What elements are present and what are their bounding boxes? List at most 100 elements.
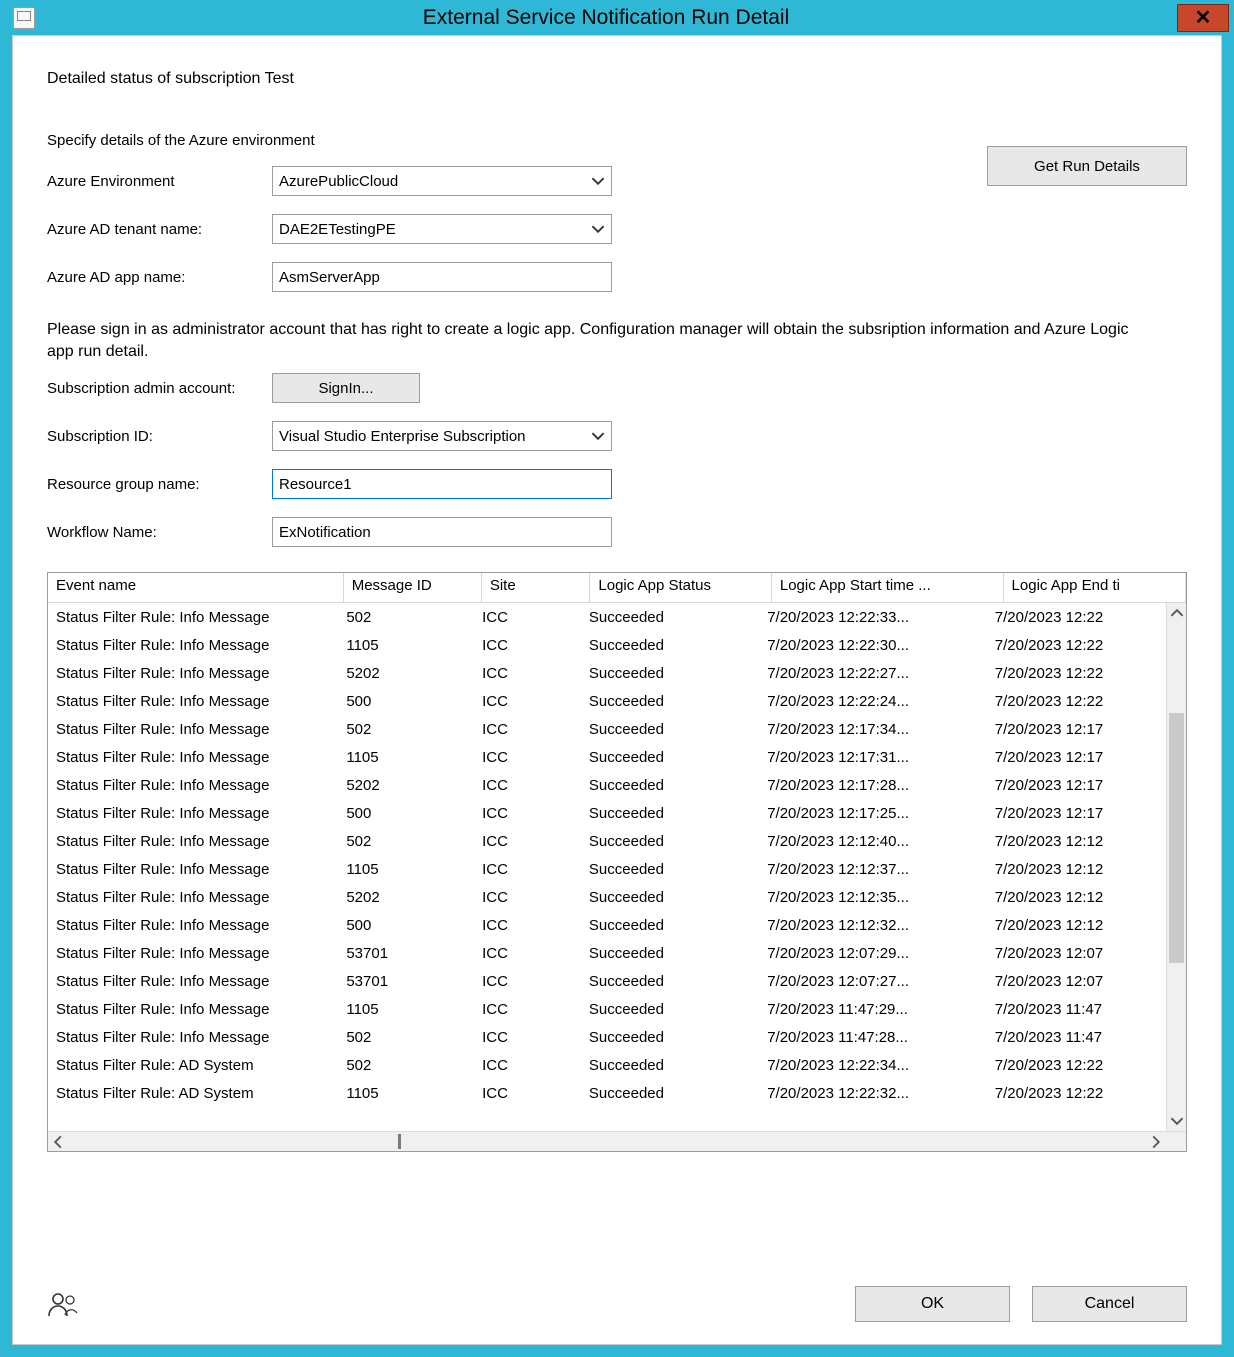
scroll-left-arrow-icon[interactable]	[48, 1132, 68, 1151]
column-header[interactable]: Site	[482, 573, 591, 602]
table-row[interactable]: Status Filter Rule: Info Message1105ICCS…	[48, 743, 1166, 771]
table-cell: 7/20/2023 12:22	[987, 663, 1166, 684]
get-run-details-button[interactable]: Get Run Details	[987, 146, 1187, 186]
table-cell: Succeeded	[581, 719, 759, 740]
table-row[interactable]: Status Filter Rule: Info Message1105ICCS…	[48, 995, 1166, 1023]
table-cell: ICC	[474, 943, 581, 964]
table-cell: 7/20/2023 12:22	[987, 1055, 1166, 1076]
table-cell: Succeeded	[581, 887, 759, 908]
table-cell: 7/20/2023 12:22:34...	[759, 1055, 987, 1076]
table-cell: 7/20/2023 12:22:27...	[759, 663, 987, 684]
table-cell: 53701	[338, 971, 474, 992]
workflow-name-input[interactable]: ExNotification	[272, 517, 612, 547]
table-cell: 502	[338, 1055, 474, 1076]
ok-button[interactable]: OK	[855, 1286, 1010, 1322]
table-cell: 7/20/2023 12:22	[987, 691, 1166, 712]
subscription-id-select[interactable]: Visual Studio Enterprise Subscription	[272, 421, 612, 451]
scroll-up-arrow-icon[interactable]	[1167, 603, 1186, 623]
table-row[interactable]: Status Filter Rule: Info Message1105ICCS…	[48, 631, 1166, 659]
label-workflow-name: Workflow Name:	[47, 524, 272, 541]
column-header[interactable]: Logic App Start time ...	[772, 573, 1004, 602]
azure-environment-value: AzurePublicCloud	[279, 173, 398, 190]
table-cell: Succeeded	[581, 1083, 759, 1104]
table-cell: Succeeded	[581, 747, 759, 768]
table-cell: Status Filter Rule: Info Message	[48, 831, 338, 852]
table-row[interactable]: Status Filter Rule: Info Message53701ICC…	[48, 967, 1166, 995]
vertical-scrollbar[interactable]	[1166, 603, 1186, 1131]
close-button[interactable]: ✕	[1177, 4, 1229, 32]
table-cell: 7/20/2023 12:22	[987, 607, 1166, 628]
table-row[interactable]: Status Filter Rule: Info Message53701ICC…	[48, 939, 1166, 967]
table-cell: 7/20/2023 12:07:27...	[759, 971, 987, 992]
table-row[interactable]: Status Filter Rule: Info Message1105ICCS…	[48, 855, 1166, 883]
table-cell: 7/20/2023 12:12	[987, 887, 1166, 908]
table-cell: 500	[338, 691, 474, 712]
dialog-window: External Service Notification Run Detail…	[0, 0, 1234, 1357]
table-cell: ICC	[474, 1027, 581, 1048]
sign-in-button[interactable]: SignIn...	[272, 373, 420, 403]
column-header[interactable]: Message ID	[344, 573, 482, 602]
cancel-button[interactable]: Cancel	[1032, 1286, 1187, 1322]
scrollbar-thumb[interactable]	[1169, 713, 1184, 963]
specify-label: Specify details of the Azure environment	[47, 132, 315, 149]
app-name-field[interactable]: AsmServerApp	[272, 262, 612, 292]
table-row[interactable]: Status Filter Rule: Info Message5202ICCS…	[48, 883, 1166, 911]
table-row[interactable]: Status Filter Rule: Info Message5202ICCS…	[48, 771, 1166, 799]
workflow-name-value: ExNotification	[279, 524, 371, 541]
status-heading: Detailed status of subscription Test	[47, 70, 1187, 88]
tenant-name-select[interactable]: DAE2ETestingPE	[272, 214, 612, 244]
column-header[interactable]: Logic App Status	[590, 573, 771, 602]
table-row[interactable]: Status Filter Rule: Info Message502ICCSu…	[48, 1023, 1166, 1051]
table-cell: 1105	[338, 747, 474, 768]
table-row[interactable]: Status Filter Rule: Info Message502ICCSu…	[48, 603, 1166, 631]
table-row[interactable]: Status Filter Rule: Info Message502ICCSu…	[48, 715, 1166, 743]
table-cell: 502	[338, 831, 474, 852]
table-row[interactable]: Status Filter Rule: Info Message500ICCSu…	[48, 911, 1166, 939]
table-cell: Succeeded	[581, 943, 759, 964]
table-cell: Succeeded	[581, 971, 759, 992]
table-cell: ICC	[474, 775, 581, 796]
label-resource-group: Resource group name:	[47, 476, 272, 493]
table-row[interactable]: Status Filter Rule: AD System1105ICCSucc…	[48, 1079, 1166, 1107]
table-cell: 7/20/2023 12:12	[987, 831, 1166, 852]
table-cell: Status Filter Rule: Info Message	[48, 663, 338, 684]
table-cell: Status Filter Rule: Info Message	[48, 775, 338, 796]
table-row[interactable]: Status Filter Rule: Info Message502ICCSu…	[48, 827, 1166, 855]
table-cell: Status Filter Rule: Info Message	[48, 859, 338, 880]
table-row[interactable]: Status Filter Rule: Info Message500ICCSu…	[48, 799, 1166, 827]
label-app-name: Azure AD app name:	[47, 269, 272, 286]
table-cell: ICC	[474, 691, 581, 712]
table-cell: ICC	[474, 859, 581, 880]
table-row[interactable]: Status Filter Rule: AD System502ICCSucce…	[48, 1051, 1166, 1079]
azure-environment-select[interactable]: AzurePublicCloud	[272, 166, 612, 196]
column-header[interactable]: Event name	[48, 573, 344, 602]
table-cell: 7/20/2023 12:17	[987, 803, 1166, 824]
table-cell: 5202	[338, 887, 474, 908]
resource-group-input[interactable]: Resource1	[272, 469, 612, 499]
column-header[interactable]: Logic App End ti	[1004, 573, 1186, 602]
table-cell: 7/20/2023 12:17:31...	[759, 747, 987, 768]
horizontal-scrollbar[interactable]	[48, 1131, 1186, 1151]
instruction-text: Please sign in as administrator account …	[47, 319, 1157, 362]
table-cell: 7/20/2023 12:12	[987, 915, 1166, 936]
table-row[interactable]: Status Filter Rule: Info Message5202ICCS…	[48, 659, 1166, 687]
window-system-icon[interactable]	[13, 7, 35, 29]
table-cell: 7/20/2023 12:07:29...	[759, 943, 987, 964]
table-cell: Status Filter Rule: Info Message	[48, 915, 338, 936]
table-cell: ICC	[474, 719, 581, 740]
table-cell: Succeeded	[581, 859, 759, 880]
table-cell: 502	[338, 607, 474, 628]
table-cell: 1105	[338, 635, 474, 656]
table-row[interactable]: Status Filter Rule: Info Message500ICCSu…	[48, 687, 1166, 715]
scroll-down-arrow-icon[interactable]	[1167, 1111, 1186, 1131]
scroll-right-arrow-icon[interactable]	[1146, 1132, 1166, 1151]
table-cell: ICC	[474, 887, 581, 908]
table-cell: ICC	[474, 1083, 581, 1104]
table-cell: 5202	[338, 663, 474, 684]
table-cell: 7/20/2023 12:07	[987, 971, 1166, 992]
app-name-value: AsmServerApp	[279, 269, 380, 286]
table-cell: 5202	[338, 775, 474, 796]
table-cell: 7/20/2023 12:17:28...	[759, 775, 987, 796]
table-cell: Status Filter Rule: Info Message	[48, 943, 338, 964]
table-cell: 7/20/2023 12:17:34...	[759, 719, 987, 740]
